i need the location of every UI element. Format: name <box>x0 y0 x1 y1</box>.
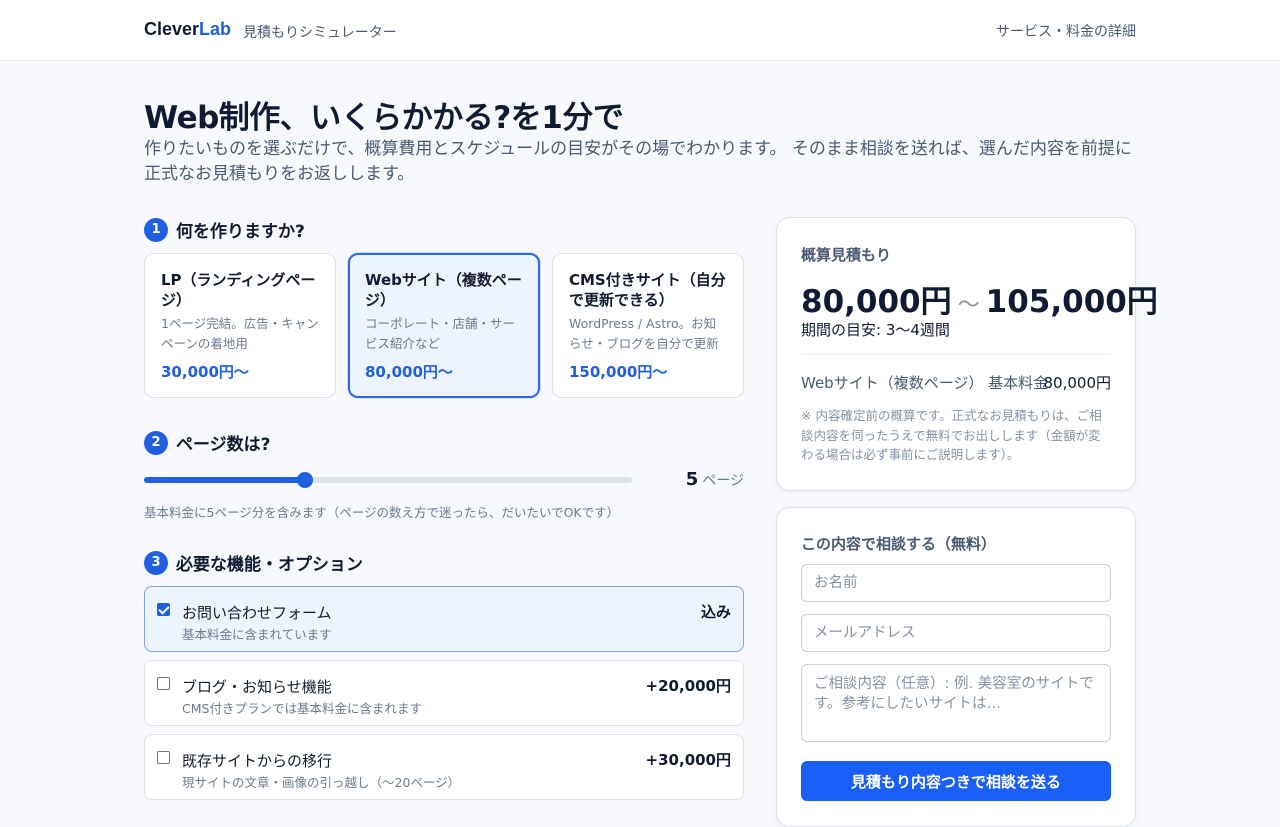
step-1-header: 1 何を作りますか? <box>144 217 305 242</box>
contact-card: この内容で相談する（無料） 見積もり内容つきで相談を送る <box>776 507 1136 827</box>
option-blog[interactable]: ブログ・お知らせ機能 CMS付きプランでは基本料金に含まれます +20,000円 <box>144 660 744 726</box>
option-description: 基本料金に含まれています <box>182 627 332 642</box>
plan-name: CMS付きサイト（自分で更新できる） <box>569 271 726 309</box>
message-field[interactable] <box>801 664 1111 742</box>
plan-description: コーポレート・店舗・サービス紹介など <box>365 316 516 351</box>
option-contact-form[interactable]: お問い合わせフォーム 基本料金に含まれています 込み <box>144 586 744 652</box>
top-bar: CleverLab 見積もりシミュレーター サービス・料金の詳細 <box>0 0 1280 61</box>
brand-name-accent: Lab <box>199 19 232 39</box>
option-price: +20,000円 <box>645 677 731 695</box>
plan-description: WordPress / Astro。お知らせ・ブログを自分で更新 <box>569 316 719 351</box>
slider-fill <box>144 477 305 483</box>
plan-card-cms[interactable]: CMS付きサイト（自分で更新できる） WordPress / Astro。お知ら… <box>552 253 744 398</box>
step-title: 必要な機能・オプション <box>176 555 363 575</box>
plan-name: LP（ランディングページ） <box>161 271 316 309</box>
option-name: 既存サイトからの移行 <box>182 752 333 770</box>
option-price: 込み <box>700 603 731 621</box>
divider <box>801 354 1111 355</box>
option-checkbox[interactable] <box>157 677 170 690</box>
step-number: 1 <box>144 217 168 242</box>
slider-thumb[interactable] <box>297 472 313 488</box>
page-title: Web制作、いくらかかる?を1分で <box>144 100 624 136</box>
estimate-note: ※ 内容確定前の概算です。正式なお見積もりは、ご相談内容を伺ったうえで無料でお出… <box>801 408 1102 462</box>
option-description: CMS付きプランでは基本料金に含まれます <box>182 701 422 716</box>
name-field[interactable] <box>801 564 1111 602</box>
estimate-period: 期間の目安: 3〜4週間 <box>801 321 950 339</box>
option-price: +30,000円 <box>645 751 731 769</box>
email-field[interactable] <box>801 614 1111 652</box>
page-count-value: 5 <box>685 469 699 490</box>
plan-description: 1ページ完結。広告・キャンペーンの着地用 <box>161 316 319 351</box>
brand-logo[interactable]: CleverLab <box>144 19 231 40</box>
service-pricing-link[interactable]: サービス・料金の詳細 <box>996 21 1136 41</box>
step-3-header: 3 必要な機能・オプション <box>144 550 363 575</box>
step-title: ページ数は? <box>176 435 271 455</box>
option-checkbox[interactable] <box>157 603 170 616</box>
page-count-unit: ページ <box>702 473 744 489</box>
estimate-min: 80,000円 <box>801 284 952 320</box>
estimate-tilde: 〜 <box>957 293 980 318</box>
plan-card-lp[interactable]: LP（ランディングページ） 1ページ完結。広告・キャンペーンの着地用 30,00… <box>144 253 336 398</box>
contact-form-title: この内容で相談する（無料） <box>801 535 997 553</box>
estimate-card: 概算見積もり 80,000円〜 105,000円 期間の目安: 3〜4週間 Web… <box>776 217 1158 491</box>
plan-card-website[interactable]: Webサイト（複数ページ） コーポレート・店舗・サービス紹介など 80,000円… <box>348 253 540 398</box>
plan-price: 30,000円〜 <box>161 363 249 381</box>
submit-consultation-button[interactable]: 見積もり内容つきで相談を送る <box>801 761 1111 801</box>
option-name: お問い合わせフォーム <box>182 604 332 622</box>
step-number: 3 <box>144 550 168 575</box>
page-count-note: 基本料金に5ページ分を含みます（ページの数え方で迷ったら、だいたいでOKです） <box>144 505 620 520</box>
option-migration[interactable]: 既存サイトからの移行 現サイトの文章・画像の引っ越し（〜20ページ） +30,0… <box>144 734 744 800</box>
app-subtitle: 見積もりシミュレーター <box>243 25 397 41</box>
brand-name: Clever <box>144 19 200 39</box>
page-description: 作りたいものを選ぶだけで、概算費用とスケジュールの目安がその場でわかります。 そ… <box>144 139 1132 184</box>
plan-name: Webサイト（複数ページ） <box>365 271 522 309</box>
step-title: 何を作りますか? <box>176 222 305 242</box>
step-2-header: 2 ページ数は? <box>144 430 271 455</box>
page-count-slider[interactable] <box>144 472 632 488</box>
plan-price: 150,000円〜 <box>569 363 668 381</box>
page-count-display: 5 ページ <box>686 469 744 490</box>
estimate-line-label: Webサイト（複数ページ） 基本料金 <box>801 374 1049 392</box>
option-checkbox[interactable] <box>157 751 170 764</box>
option-name: ブログ・お知らせ機能 <box>182 678 332 696</box>
plan-price: 80,000円〜 <box>365 363 453 381</box>
estimate-label: 概算見積もり <box>801 246 892 264</box>
option-description: 現サイトの文章・画像の引っ越し（〜20ページ） <box>182 775 461 790</box>
step-number: 2 <box>144 430 168 455</box>
estimate-max: 105,000円 <box>985 284 1158 320</box>
estimate-range: 80,000円〜 105,000円 <box>801 276 1158 321</box>
estimate-line-value: 80,000円 <box>1043 374 1112 392</box>
